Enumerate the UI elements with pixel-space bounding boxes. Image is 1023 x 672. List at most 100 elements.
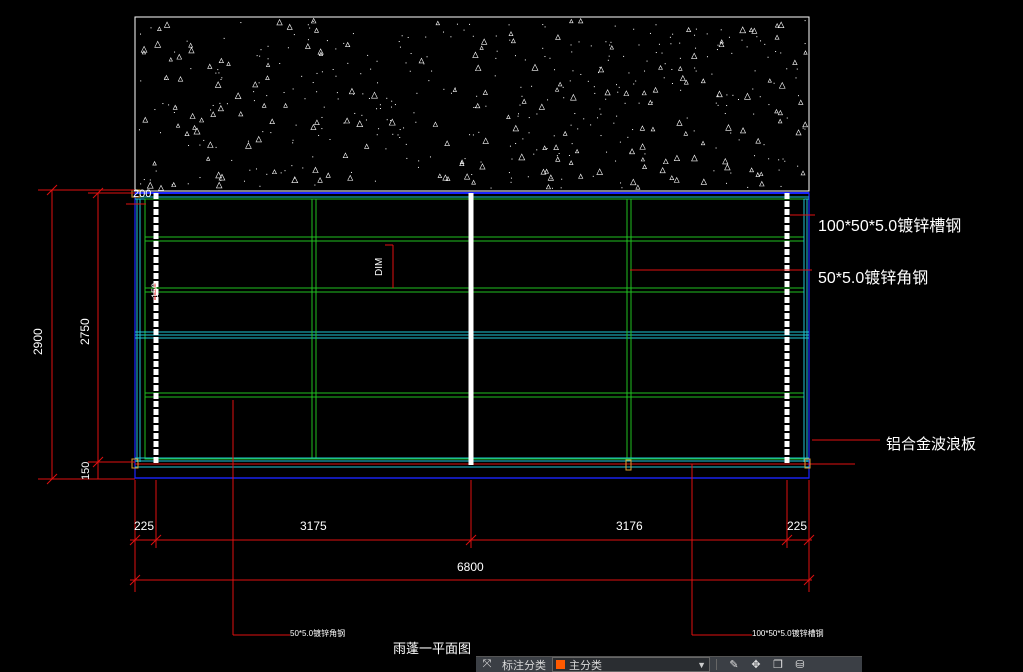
hatch-dot — [591, 45, 592, 46]
hatch-dot — [672, 83, 673, 84]
hatch-dot — [711, 74, 712, 75]
hatch-dot — [218, 72, 219, 73]
hatch-dot — [515, 55, 516, 56]
hatch-dot — [511, 159, 512, 160]
hatch-dot — [650, 33, 651, 34]
hatch-dot — [787, 118, 788, 119]
hatch-dot — [509, 172, 510, 173]
hatch-dot — [664, 77, 665, 78]
hatch-dot — [621, 187, 622, 188]
hatch-dot — [525, 59, 526, 60]
hatch-dot — [144, 179, 145, 180]
hatch-dot — [302, 167, 303, 168]
hatch-dot — [390, 120, 391, 121]
hatch-dot — [293, 88, 294, 89]
angle-steel-label: 50*5.0镀锌角钢 — [818, 269, 928, 287]
hatch-dot — [774, 83, 775, 84]
arrow-cursor-icon[interactable]: ⤧ — [476, 657, 498, 672]
layer-category-select[interactable]: 主分类 ▼ — [552, 657, 710, 672]
hatch-dot — [725, 113, 726, 114]
hatch-dot — [294, 34, 295, 35]
hatch-dot — [656, 52, 657, 53]
hatch-dot — [168, 104, 169, 105]
move-icon[interactable]: ✥ — [745, 657, 767, 672]
hatch-dot — [687, 118, 688, 119]
hatch-dot — [366, 119, 367, 120]
hatch-dot — [288, 47, 289, 48]
hatch-dot — [402, 35, 403, 36]
hatch-dot — [316, 91, 317, 92]
hatch-dot — [254, 100, 255, 101]
hatch-dot — [783, 159, 784, 160]
hatch-dot — [377, 134, 378, 135]
hatch-dot — [665, 63, 666, 64]
hatch-dot — [510, 146, 511, 147]
hatch-dot — [318, 135, 319, 136]
hatch-dot — [741, 40, 742, 41]
hatch-dot — [579, 41, 580, 42]
hatch-dot — [597, 117, 598, 118]
hatch-dot — [343, 123, 344, 124]
hatch-dot — [427, 56, 428, 57]
hatch-dot — [313, 21, 314, 22]
chevron-down-icon: ▼ — [697, 660, 706, 670]
hatch-dot — [450, 36, 451, 37]
hatch-dot — [780, 52, 781, 53]
hatch-dot — [605, 41, 606, 42]
hatch-dot — [281, 172, 282, 173]
hatch-dot — [721, 29, 722, 30]
hatch-dot — [296, 125, 297, 126]
hatch-dot — [335, 76, 336, 77]
hatch-dot — [431, 71, 432, 72]
copy-icon[interactable]: ❐ — [767, 657, 789, 672]
hatch-dot — [623, 56, 624, 57]
hatch-dot — [557, 155, 558, 156]
hatch-dot — [628, 72, 629, 73]
hatch-dot — [465, 158, 466, 159]
hatch-dot — [707, 56, 708, 57]
hatch-dot — [249, 170, 250, 171]
hatch-dot — [337, 92, 338, 93]
hatch-dot — [630, 152, 631, 153]
hatch-dot — [399, 137, 400, 138]
hatch-dot — [679, 43, 680, 44]
hatch-dot — [694, 35, 695, 36]
hatch-dot — [308, 24, 309, 25]
hatch-dot — [533, 154, 534, 155]
hatch-dot — [717, 45, 718, 46]
hatch-dot — [670, 43, 671, 44]
hatch-dot — [473, 107, 474, 108]
hatch-dot — [647, 61, 648, 62]
hatch-dot — [266, 95, 267, 96]
hatch-dot — [615, 161, 616, 162]
hatch-dot — [544, 56, 545, 57]
hatch-dot — [471, 174, 472, 175]
hatch-dot — [786, 68, 787, 69]
hatch-dot — [509, 24, 510, 25]
hatch-dot — [221, 77, 222, 78]
concrete-wall-block — [135, 17, 809, 191]
dim-span-left-edge: 225 — [134, 519, 154, 533]
hatch-dot — [386, 98, 387, 99]
hatch-dot — [528, 176, 529, 177]
hatch-dot — [354, 113, 355, 114]
hatch-dot — [210, 109, 211, 110]
cad-drawing-canvas[interactable]: 100*50*5.0镀锌槽钢 50*5.0镀锌角钢 铝合金波浪板 50*5.0镀… — [0, 0, 1023, 671]
hatch-dot — [216, 147, 217, 148]
hatch-dot — [347, 63, 348, 64]
hatch-dot — [140, 183, 141, 184]
pencil-icon[interactable]: ✎ — [723, 657, 745, 672]
hatch-dot — [496, 36, 497, 37]
hatch-dot — [428, 80, 429, 81]
hatch-dot — [529, 117, 530, 118]
drawing-text: 100*50*5.0镀锌槽钢 50*5.0镀锌角钢 铝合金波浪板 50*5.0镀… — [31, 188, 976, 656]
hatch-dot — [335, 48, 336, 49]
hatch-dot — [729, 37, 730, 38]
hatch-dot — [694, 130, 695, 131]
hatch-dot — [398, 134, 399, 135]
hatch-dot — [416, 93, 417, 94]
layer-stack-icon[interactable]: ⛁ — [789, 657, 811, 672]
hatch-dot — [662, 53, 663, 54]
hatch-dot — [399, 41, 400, 42]
hatch-dot — [418, 160, 419, 161]
